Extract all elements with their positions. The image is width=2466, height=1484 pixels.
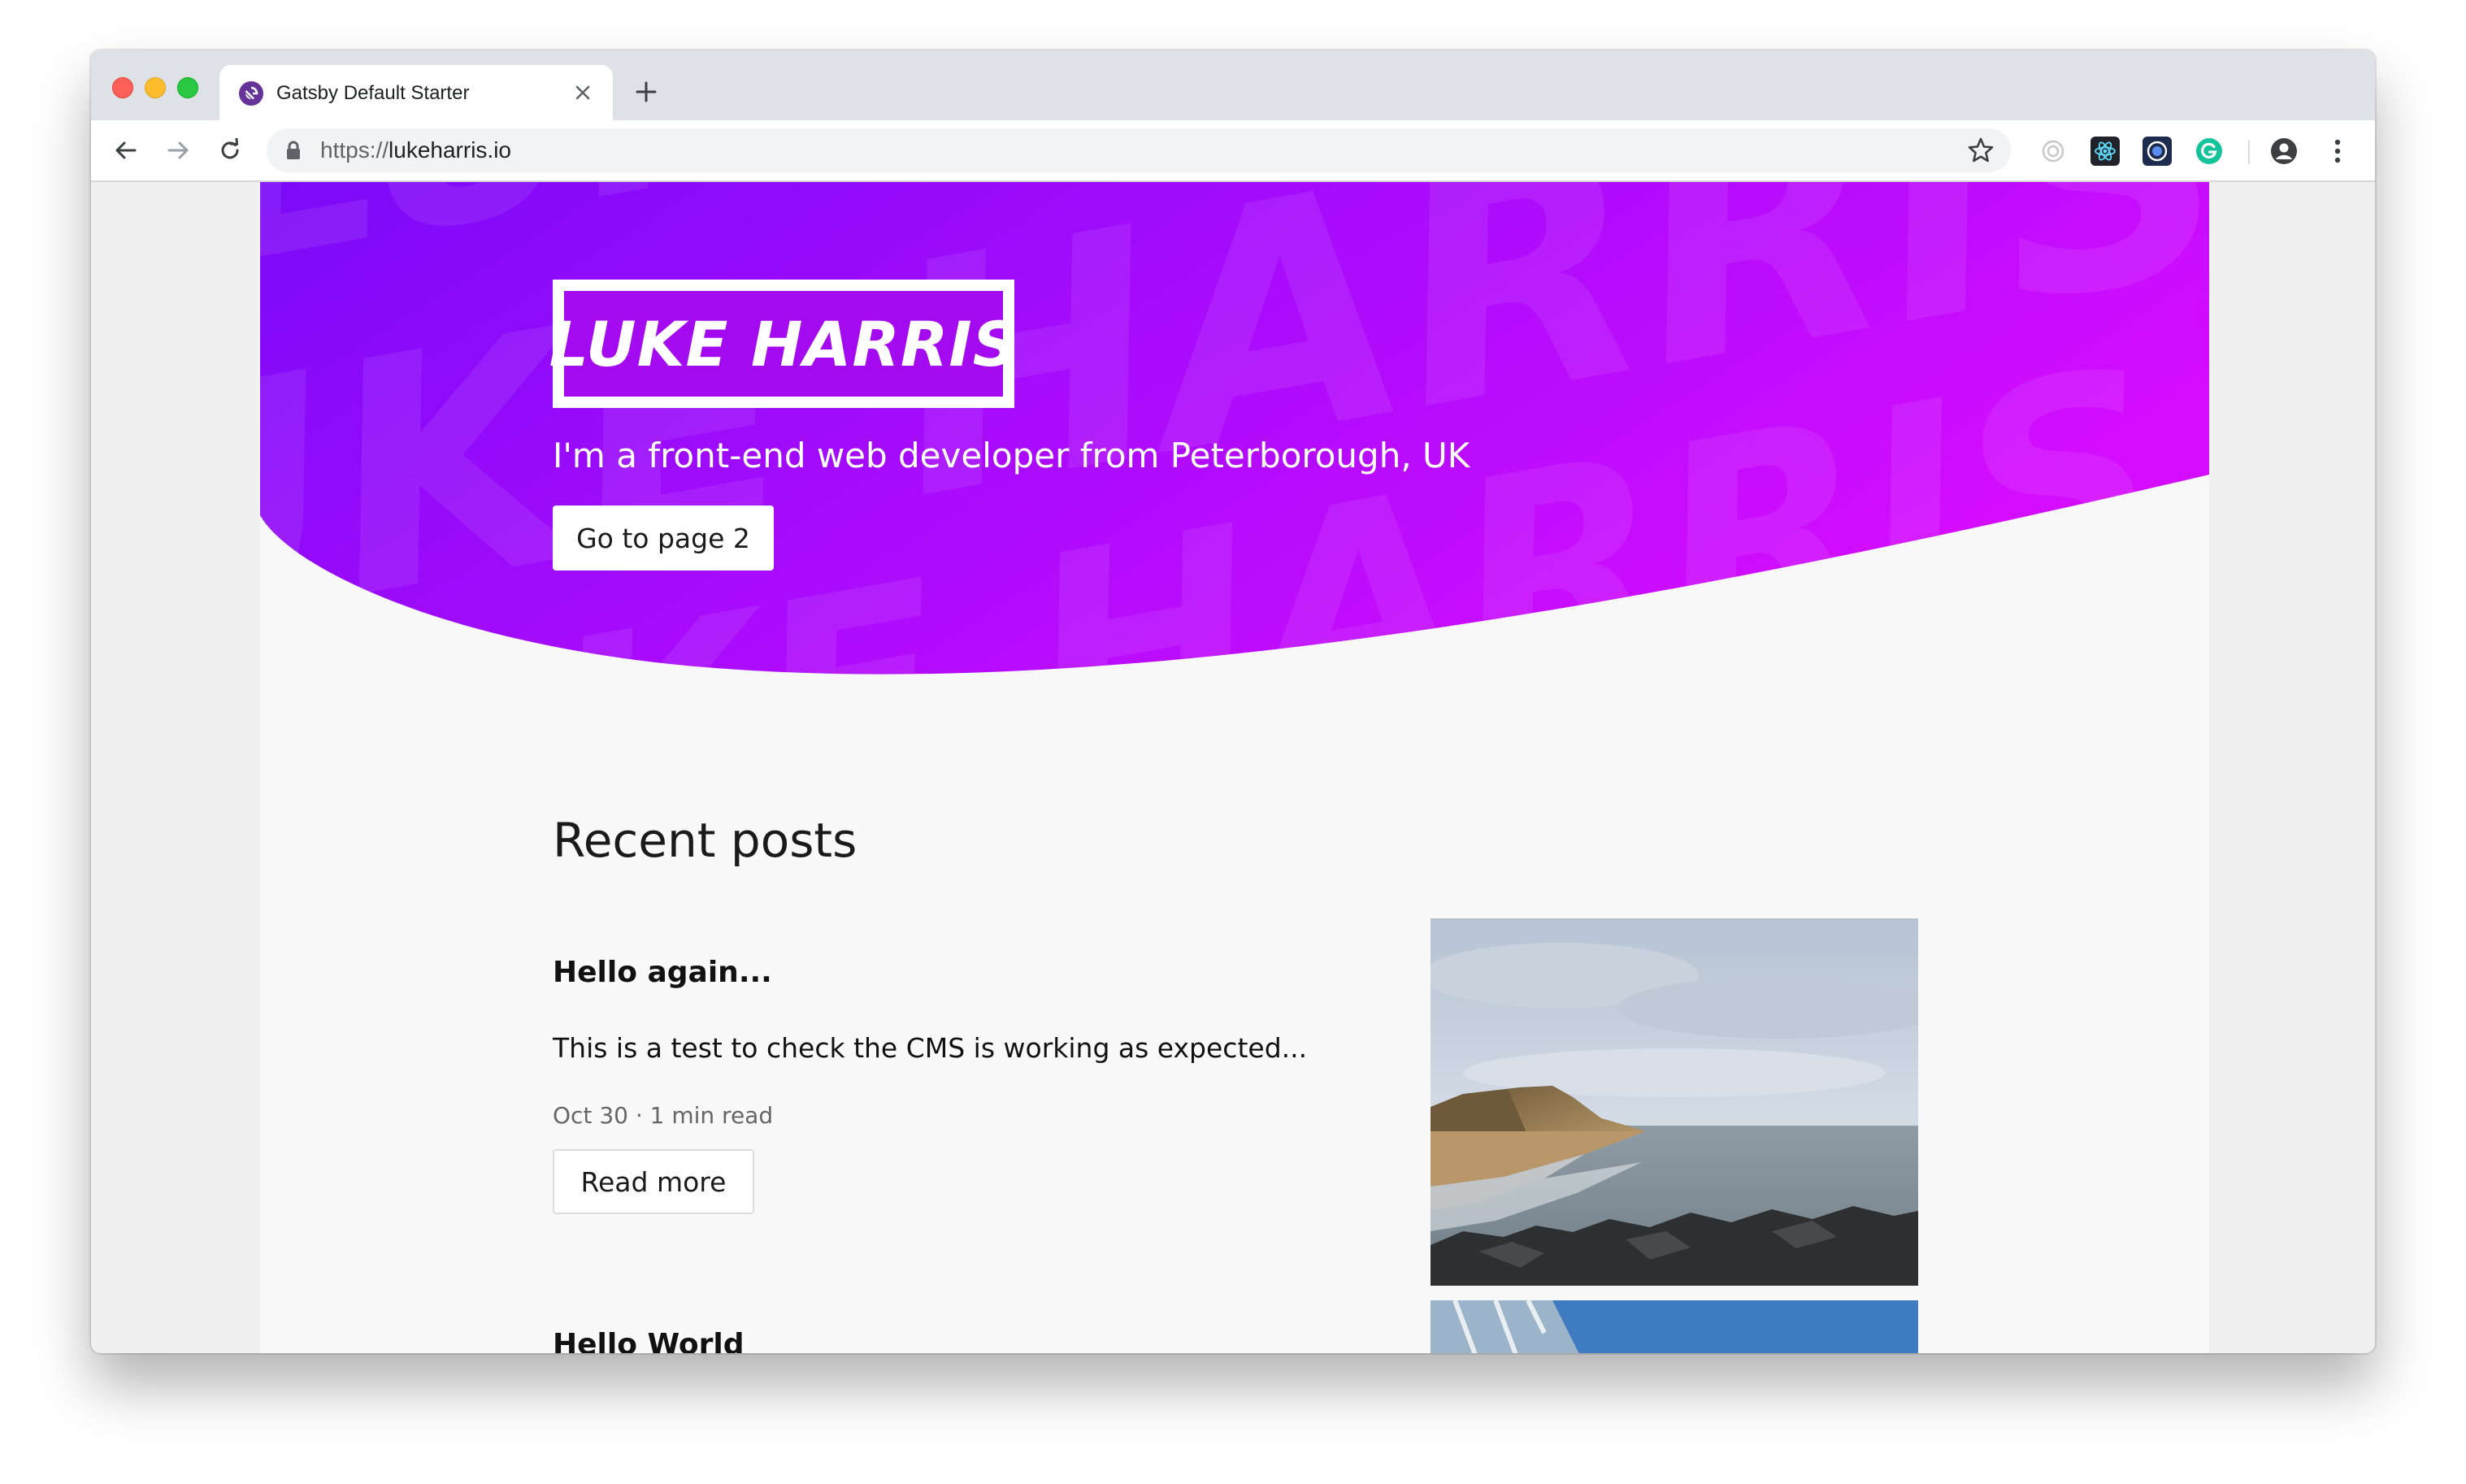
post-meta: Oct 30 · 1 min read (553, 1102, 774, 1129)
post-image-glass-building[interactable] (1431, 1300, 1918, 1353)
url-text: https://lukeharris.io (320, 138, 511, 163)
close-window-button[interactable] (112, 77, 133, 98)
lock-icon (287, 141, 300, 159)
post-excerpt: This is a test to check the CMS is worki… (553, 1032, 1308, 1064)
browser-window: Gatsby Default Starter https://lukeharri… (91, 50, 2375, 1353)
read-more-button[interactable]: Read more (553, 1149, 754, 1214)
url-host: lukeharris.io (389, 137, 511, 163)
maximize-window-button[interactable] (177, 77, 198, 98)
close-tab-icon[interactable] (569, 79, 597, 106)
grammarly-icon[interactable] (2195, 137, 2224, 166)
reload-icon[interactable] (210, 130, 250, 171)
tab-title: Gatsby Default Starter (276, 82, 470, 104)
profile-avatar-icon[interactable] (2269, 137, 2299, 166)
web-content: LUKE HARRIS LUKE HARRIS LUKE HARRIS LUKE… (91, 182, 2375, 1353)
post-title[interactable]: Hello World (553, 1328, 745, 1353)
address-bar[interactable]: https://lukeharris.io (267, 128, 2011, 172)
recent-posts-heading: Recent posts (553, 813, 857, 868)
post-image-coastal-cliff[interactable] (1431, 918, 1918, 1286)
extension-circle-icon[interactable] (2038, 137, 2068, 166)
browser-toolbar: https://lukeharris.io (91, 120, 2375, 182)
browser-titlebar: Gatsby Default Starter (91, 50, 2375, 122)
hero-section: LUKE HARRIS LUKE HARRIS LUKE HARRIS LUKE… (260, 182, 2209, 686)
gatsby-icon (239, 81, 263, 106)
react-devtools-icon[interactable] (2090, 137, 2120, 166)
url-scheme: https:// (320, 137, 389, 163)
go-to-page-2-button[interactable]: Go to page 2 (553, 506, 774, 571)
target-extension-icon[interactable] (2143, 137, 2172, 166)
minimize-window-button[interactable] (145, 77, 166, 98)
site-logo[interactable]: LUKE HARRIS (549, 280, 1017, 408)
post-title[interactable]: Hello again... (553, 956, 772, 989)
site-page: LUKE HARRIS LUKE HARRIS LUKE HARRIS LUKE… (260, 182, 2209, 1353)
new-tab-plus-icon[interactable] (627, 73, 665, 111)
toolbar-divider (2248, 140, 2250, 164)
forward-arrow-icon[interactable] (158, 130, 198, 171)
bookmark-star-icon[interactable] (1967, 137, 1995, 164)
back-arrow-icon[interactable] (106, 130, 146, 171)
browser-menu-icon[interactable] (2323, 137, 2352, 166)
site-logo-inner: LUKE HARRIS (549, 291, 1017, 397)
site-logo-text: LUKE HARRIS (549, 307, 1018, 380)
browser-tab-active[interactable]: Gatsby Default Starter (219, 65, 613, 122)
hero-tagline: I'm a front-end web developer from Peter… (553, 436, 1470, 475)
hero-background: LUKE HARRIS LUKE HARRIS LUKE HARRIS (260, 182, 2209, 675)
